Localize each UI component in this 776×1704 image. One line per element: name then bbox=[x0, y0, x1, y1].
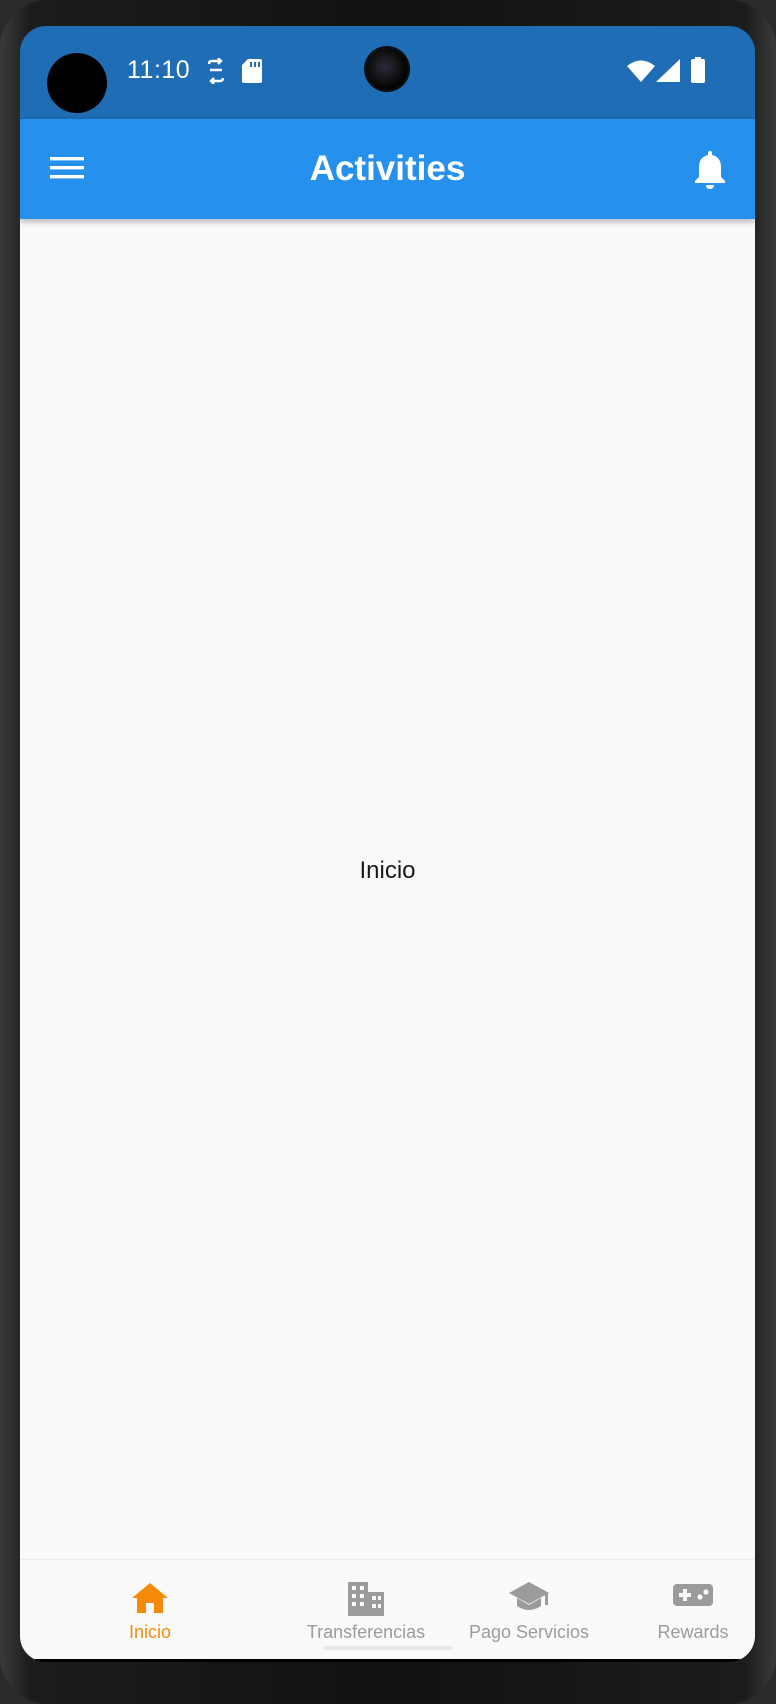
notifications-bell-icon bbox=[695, 151, 725, 189]
status-time: 11:10 bbox=[127, 56, 191, 84]
home-indicator[interactable] bbox=[323, 1646, 453, 1650]
nav-label: Rewards bbox=[657, 1622, 729, 1642]
nav-item-pago-servicios[interactable]: Pago Servicios bbox=[449, 1560, 609, 1660]
front-camera-cutout bbox=[47, 53, 107, 113]
nav-item-transferencias[interactable]: Transferencias bbox=[286, 1560, 446, 1660]
nav-item-rewards[interactable]: Rewards bbox=[613, 1560, 755, 1660]
nav-label: Pago Servicios bbox=[468, 1622, 590, 1642]
gamepad-icon bbox=[673, 1584, 713, 1606]
wifi-icon bbox=[627, 60, 655, 87]
main-content: Inicio bbox=[20, 219, 755, 1559]
battery-icon bbox=[691, 57, 705, 88]
nav-item-inicio[interactable]: Inicio bbox=[70, 1560, 230, 1660]
nav-label: Transferencias bbox=[306, 1622, 426, 1642]
cell-signal-icon bbox=[656, 59, 680, 87]
status-bar: 11:10 bbox=[20, 26, 755, 119]
notifications-button[interactable] bbox=[692, 149, 728, 189]
building-icon bbox=[348, 1582, 384, 1616]
school-icon bbox=[509, 1582, 549, 1610]
home-icon bbox=[132, 1583, 168, 1613]
sd-card-icon bbox=[242, 59, 262, 88]
app-bar: Activities bbox=[20, 119, 755, 219]
camera-lens bbox=[366, 48, 408, 90]
nav-label: Inicio bbox=[128, 1622, 172, 1642]
bottom-navigation: Inicio Transferencias Pago Servicios Rew… bbox=[20, 1559, 755, 1660]
page-title: Activities bbox=[309, 149, 466, 188]
phone-screen: 11:10 Activities Inicio Inicio Transfere… bbox=[20, 26, 755, 1662]
content-text: Inicio bbox=[359, 857, 416, 884]
gesture-bar-area bbox=[20, 1659, 755, 1662]
sync-icon bbox=[205, 57, 227, 89]
phone-frame: 11:10 Activities Inicio Inicio Transfere… bbox=[0, 0, 776, 1704]
